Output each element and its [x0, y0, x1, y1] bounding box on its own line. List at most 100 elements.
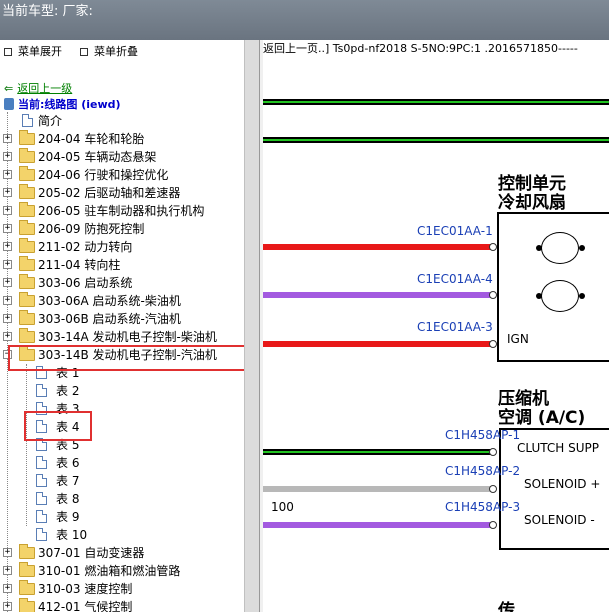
expand-plus-icon[interactable]: + — [3, 224, 12, 233]
expand-plus-icon[interactable]: + — [3, 296, 12, 305]
connector-dot — [536, 293, 542, 299]
folder-icon — [19, 238, 35, 253]
tree-folder-label: 412-01 气候控制 — [38, 600, 133, 612]
folder-icon — [19, 274, 35, 289]
terminal — [489, 340, 497, 348]
tree-folder-label: 206-09 防抱死控制 — [38, 222, 145, 236]
back-link-label: 返回上一级 — [17, 82, 73, 95]
purple-wire — [263, 522, 495, 528]
folder-icon — [19, 220, 35, 235]
document-icon — [22, 114, 33, 127]
tree-folder-label: 205-02 后驱动轴和差速器 — [38, 186, 181, 200]
expand-plus-icon[interactable]: + — [3, 314, 12, 323]
tree-folder-label: 204-06 行驶和操控优化 — [38, 168, 169, 182]
terminal — [489, 521, 497, 529]
back-link[interactable]: ⇐ 返回上一级 — [4, 80, 72, 96]
expand-plus-icon[interactable]: + — [3, 602, 12, 611]
expand-plus-icon[interactable]: + — [3, 188, 12, 197]
folder-icon — [19, 310, 35, 325]
document-icon — [36, 474, 47, 487]
ac-pin-label: SOLENOID + — [524, 477, 601, 491]
ac-pin-label: SOLENOID - — [524, 513, 595, 527]
expand-plus-icon[interactable]: + — [3, 170, 12, 179]
tree-line — [26, 364, 27, 526]
fan-module-title: 控制单元 冷却风扇 — [498, 175, 566, 213]
folder-icon — [19, 562, 35, 577]
tree-folder-label: 307-01 自动变速器 — [38, 546, 145, 560]
ign-label: IGN — [507, 332, 529, 346]
expand-plus-icon[interactable]: + — [3, 278, 12, 287]
purple-wire — [263, 292, 493, 298]
document-icon — [36, 510, 47, 523]
terminal — [489, 448, 497, 456]
pin-label: C1H458AP-2 — [445, 464, 521, 478]
computer-icon — [4, 98, 14, 110]
wire-number: 100 — [271, 500, 294, 514]
folder-icon — [19, 184, 35, 199]
tree-folder-label: 204-05 车辆动态悬架 — [38, 150, 157, 164]
tree-folder-label: 211-02 动力转向 — [38, 240, 133, 254]
red-wire — [263, 244, 493, 250]
gray-wire — [263, 486, 495, 492]
document-icon — [36, 384, 47, 397]
tree-sub-item-label: 表 8 — [56, 492, 80, 506]
expand-plus-icon[interactable]: + — [3, 242, 12, 251]
red-wire — [263, 341, 493, 347]
ground-wire — [263, 99, 609, 105]
menu-collapse-label: 菜单折叠 — [94, 45, 138, 58]
expand-plus-icon[interactable]: + — [3, 206, 12, 215]
folder-icon — [19, 202, 35, 217]
tree-folder-label: 206-05 驻车制动器和执行机构 — [38, 204, 205, 218]
pin-label: C1EC01AA-1 — [417, 224, 493, 238]
tree-folder-label: 211-04 转向柱 — [38, 258, 121, 272]
square-icon — [4, 48, 12, 56]
folder-icon — [19, 256, 35, 271]
tree-folder-label: 303-06A 启动系统-柴油机 — [38, 294, 181, 308]
ac-compressor-title: 压缩机 空调 (A/C) — [498, 390, 585, 428]
expand-plus-icon[interactable]: + — [3, 260, 12, 269]
tree-sub-item-label: 表 10 — [56, 528, 88, 542]
folder-icon — [19, 598, 35, 612]
folder-icon — [19, 292, 35, 307]
folder-icon — [19, 130, 35, 145]
pin-label: C1H458AP-1 — [445, 428, 521, 442]
tree-folder-label: 310-01 燃油箱和燃油管路 — [38, 564, 181, 578]
connector-dot — [536, 245, 542, 251]
vehicle-title: 当前车型: 厂家: — [2, 4, 93, 19]
bottom-partial-title: 传 — [498, 601, 515, 612]
pin-label: C1EC01AA-3 — [417, 320, 493, 334]
ac-pin-label: CLUTCH SUPP — [517, 441, 599, 455]
pin-label: C1EC01AA-4 — [417, 272, 493, 286]
green-stripe — [263, 451, 495, 453]
fan-motor-icon — [541, 280, 579, 312]
expand-plus-icon[interactable]: + — [3, 152, 12, 161]
expand-plus-icon[interactable]: + — [3, 332, 12, 341]
ac-title-line1: 压缩机 — [498, 389, 549, 409]
connector-dot — [579, 293, 585, 299]
menu-expand-button[interactable]: 菜单展开 — [4, 43, 62, 59]
tree-folder-label: 204-04 车轮和轮胎 — [38, 132, 145, 146]
menu-expand-label: 菜单展开 — [18, 45, 62, 58]
tree-folder-label: 310-03 速度控制 — [38, 582, 133, 596]
current-node: 当前:线路图 (iewd) — [4, 96, 121, 112]
document-icon — [36, 528, 47, 541]
expand-plus-icon[interactable]: + — [3, 584, 12, 593]
breadcrumb[interactable]: 返回上一页..] Ts0pd-nf2018 S-5NO:9PC:1 .20165… — [263, 40, 578, 58]
terminal — [489, 291, 497, 299]
expand-plus-icon[interactable]: + — [3, 134, 12, 143]
diagram-panel: 返回上一页..] Ts0pd-nf2018 S-5NO:9PC:1 .20165… — [263, 40, 609, 612]
tree-sub-item-label: 表 6 — [56, 456, 80, 470]
tree-sub-item-label: 表 2 — [56, 384, 80, 398]
expand-plus-icon[interactable]: + — [3, 566, 12, 575]
fan-motor-icon — [541, 232, 579, 264]
current-node-label: 当前:线路图 (iewd) — [18, 98, 121, 111]
tree-folder-label: 303-06 启动系统 — [38, 276, 133, 290]
tree-sub-item-label: 表 7 — [56, 474, 80, 488]
left-panel: 菜单展开 菜单折叠 ⇐ 返回上一级 当前:线路图 (iewd) 简介 +204-0… — [0, 40, 246, 612]
top-bar: 当前车型: 厂家: — [0, 0, 609, 40]
pin-label: C1H458AP-3 — [445, 500, 521, 514]
tree-scrollbar[interactable] — [244, 40, 259, 612]
fan-title-line1: 控制单元 — [498, 174, 566, 194]
menu-collapse-button[interactable]: 菜单折叠 — [80, 43, 138, 59]
expand-plus-icon[interactable]: + — [3, 548, 12, 557]
